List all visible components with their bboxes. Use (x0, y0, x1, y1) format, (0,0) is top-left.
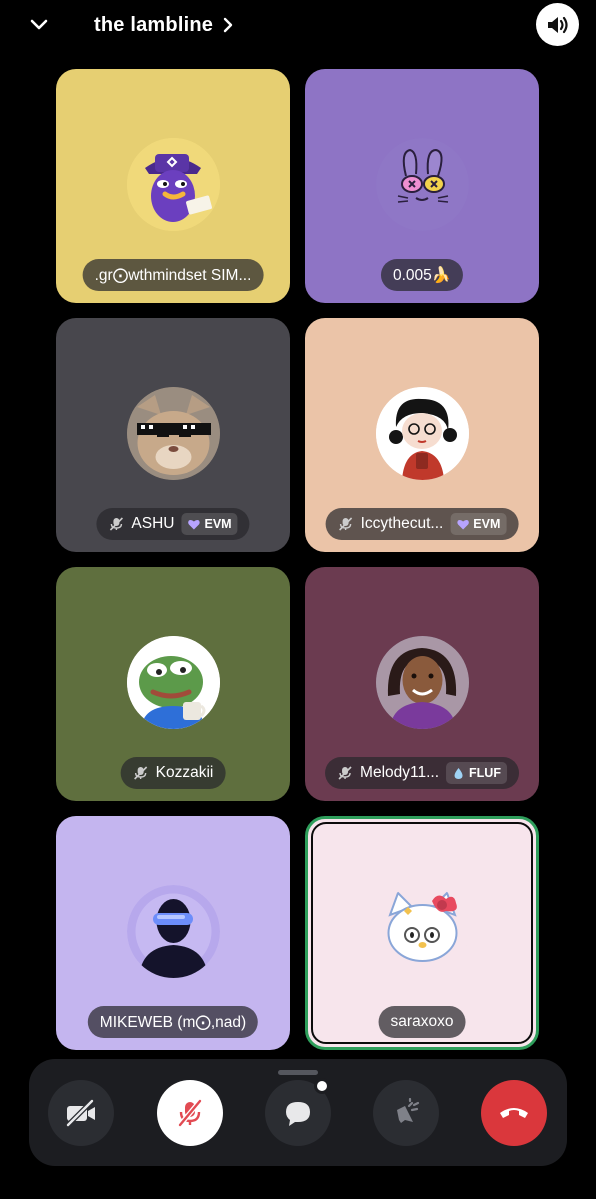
participant-tile[interactable]: 0.005🍌 (305, 69, 539, 303)
server-tag: EVM (450, 513, 507, 535)
participant-name: Kozzakii (155, 764, 214, 781)
avatar (375, 635, 469, 729)
chevron-down-icon (30, 19, 48, 30)
server-tag-label: EVM (473, 517, 501, 531)
chat-bubble-icon (286, 1102, 310, 1126)
participant-name: .gr⨀wthmindset SIM... (94, 266, 252, 284)
participant-tile[interactable]: Kozzakii (56, 567, 290, 801)
participant-name: Iccythecut... (360, 515, 444, 532)
participant-name: ASHU (131, 515, 175, 532)
participant-name: MIKEWEB (m⨀,nad) (99, 1013, 247, 1031)
collapse-call-button[interactable] (26, 12, 52, 38)
heart-icon (187, 518, 200, 531)
leave-call-button[interactable] (481, 1080, 547, 1146)
participant-nametag: MIKEWEB (m⨀,nad) (87, 1006, 259, 1038)
hang-up-icon (500, 1108, 528, 1118)
server-tag-label: EVM (204, 517, 232, 531)
camera-off-icon (66, 1099, 95, 1127)
chevron-right-icon (223, 17, 233, 33)
speaker-icon (547, 16, 568, 33)
muted-mic-icon (133, 765, 149, 781)
participant-name: saraxoxo (390, 1013, 454, 1030)
participant-nametag: Iccythecut... EVM (325, 508, 519, 540)
avatar (375, 386, 469, 480)
participant-tile[interactable]: .gr⨀wthmindset SIM... (56, 69, 290, 303)
participant-tile[interactable]: MIKEWEB (m⨀,nad) (56, 816, 290, 1050)
server-tag: EVM (181, 513, 238, 535)
toggle-camera-button[interactable] (48, 1080, 114, 1146)
participant-tile[interactable]: Melody11... FLUF (305, 567, 539, 801)
muted-mic-icon (338, 516, 354, 532)
participant-name: 0.005🍌 (392, 266, 452, 284)
participant-nametag: .gr⨀wthmindset SIM... (82, 259, 264, 291)
avatar (126, 137, 220, 231)
channel-title: the lambline (94, 13, 214, 36)
participant-nametag: Kozzakii (120, 757, 226, 789)
avatar (126, 884, 220, 978)
toggle-microphone-button[interactable] (157, 1080, 223, 1146)
participant-tile[interactable]: ASHU EVM (56, 318, 290, 552)
drawer-handle[interactable] (278, 1070, 318, 1075)
soundboard-button[interactable] (373, 1080, 439, 1146)
server-tag: FLUF (446, 762, 507, 784)
audio-output-button[interactable] (536, 3, 579, 46)
droplet-icon (452, 767, 465, 780)
server-tag-label: FLUF (469, 766, 501, 780)
muted-mic-icon (337, 765, 353, 781)
heart-icon (456, 518, 469, 531)
avatar (126, 635, 220, 729)
participant-nametag: saraxoxo (378, 1006, 466, 1038)
mic-off-icon (178, 1099, 202, 1127)
participant-tile-speaking[interactable]: saraxoxo (305, 816, 539, 1050)
channel-title-button[interactable]: the lambline (94, 12, 233, 38)
participant-nametag: 0.005🍌 (380, 259, 464, 291)
participant-name: Melody11... (360, 764, 440, 781)
chat-notification-dot (314, 1078, 330, 1094)
avatar (375, 884, 469, 978)
participant-tile[interactable]: Iccythecut... EVM (305, 318, 539, 552)
soundboard-icon (397, 1098, 420, 1123)
participant-nametag: Melody11... FLUF (325, 757, 519, 789)
muted-mic-icon (108, 516, 124, 532)
avatar (375, 137, 469, 231)
call-header: the lambline (0, 0, 596, 52)
participant-nametag: ASHU EVM (96, 508, 250, 540)
avatar (126, 386, 220, 480)
